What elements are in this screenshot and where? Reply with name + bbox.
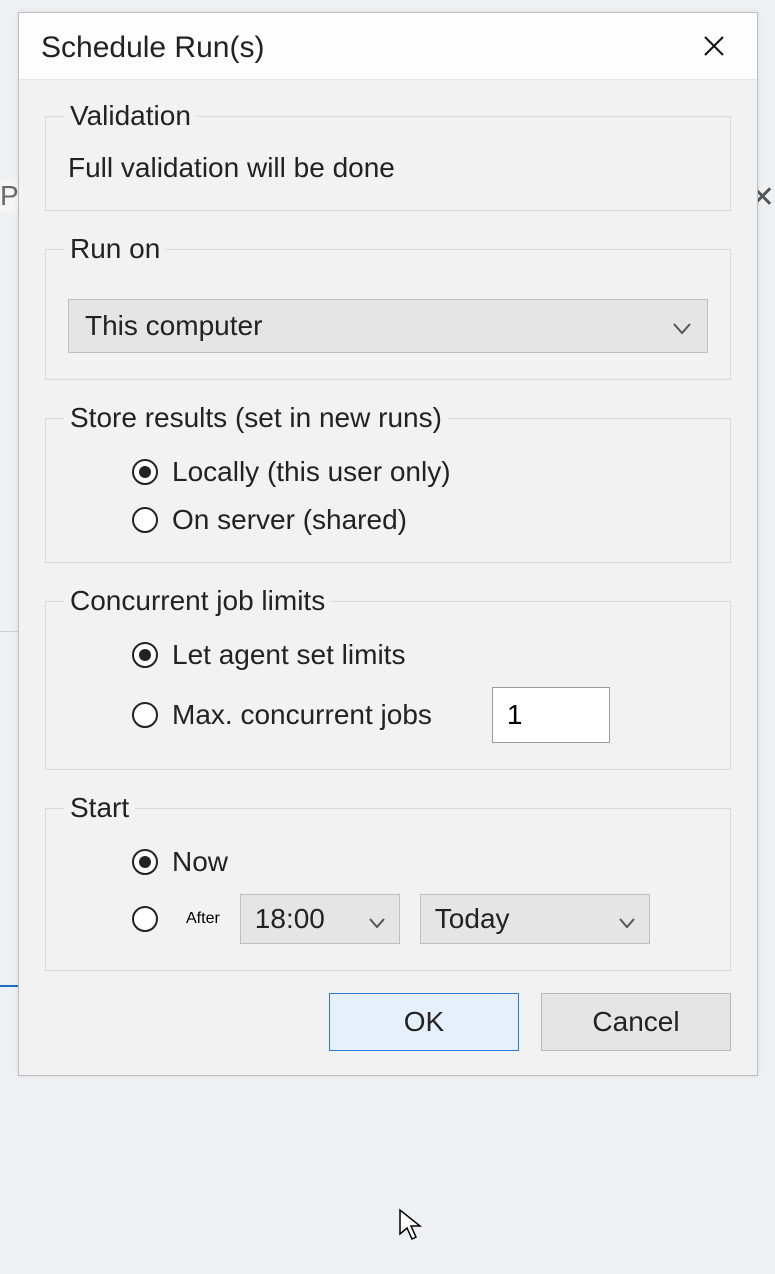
run-on-group: Run on This computer <box>45 233 731 380</box>
radio-icon <box>132 507 158 533</box>
concurrent-max-row[interactable]: Max. concurrent jobs <box>68 687 708 743</box>
store-results-legend: Store results (set in new runs) <box>64 402 448 434</box>
validation-group: Validation Full validation will be done <box>45 100 731 211</box>
concurrent-limits-group: Concurrent job limits Let agent set limi… <box>45 585 731 770</box>
start-time-value: 18:00 <box>255 903 325 935</box>
background-divider <box>0 631 20 632</box>
radio-icon <box>132 702 158 728</box>
start-after-row: After 18:00 Today <box>68 894 708 944</box>
ok-button[interactable]: OK <box>329 993 519 1051</box>
store-results-server-row[interactable]: On server (shared) <box>68 504 708 536</box>
start-day-dropdown[interactable]: Today <box>420 894 650 944</box>
run-on-legend: Run on <box>64 233 166 265</box>
radio-selected-icon <box>132 849 158 875</box>
store-results-group: Store results (set in new runs) Locally … <box>45 402 731 563</box>
radio-selected-icon <box>132 459 158 485</box>
start-now-label: Now <box>172 846 228 878</box>
run-on-dropdown[interactable]: This computer <box>68 299 708 353</box>
run-on-selected: This computer <box>85 310 262 342</box>
chevron-down-icon <box>673 310 691 342</box>
cancel-button[interactable]: Cancel <box>541 993 731 1051</box>
concurrent-max-input[interactable] <box>492 687 610 743</box>
background-active-tab-underline <box>0 985 20 987</box>
validation-text: Full validation will be done <box>68 150 708 184</box>
dialog-content: Validation Full validation will be done … <box>19 80 757 1075</box>
concurrent-max-label: Max. concurrent jobs <box>172 699 432 731</box>
chevron-down-icon <box>369 903 385 935</box>
radio-icon[interactable] <box>132 906 158 932</box>
store-results-server-label: On server (shared) <box>172 504 407 536</box>
start-now-row[interactable]: Now <box>68 846 708 878</box>
dialog-titlebar: Schedule Run(s) <box>19 13 757 80</box>
store-results-local-label: Locally (this user only) <box>172 456 451 488</box>
chevron-down-icon <box>619 903 635 935</box>
start-group: Start Now After 18:00 Today <box>45 792 731 971</box>
start-after-label[interactable]: After <box>186 910 220 928</box>
concurrent-agent-row[interactable]: Let agent set limits <box>68 639 708 671</box>
radio-selected-icon <box>132 642 158 668</box>
store-results-local-row[interactable]: Locally (this user only) <box>68 456 708 488</box>
dialog-title: Schedule Run(s) <box>41 31 264 65</box>
background-tab-fragment: P <box>0 180 19 212</box>
concurrent-limits-legend: Concurrent job limits <box>64 585 331 617</box>
schedule-runs-dialog: Schedule Run(s) Validation Full validati… <box>18 12 758 1076</box>
dialog-button-row: OK Cancel <box>45 993 731 1051</box>
close-icon[interactable] <box>693 31 735 65</box>
start-day-value: Today <box>435 903 510 935</box>
concurrent-agent-label: Let agent set limits <box>172 639 405 671</box>
cursor-icon <box>398 1208 426 1247</box>
start-legend: Start <box>64 792 135 824</box>
start-time-dropdown[interactable]: 18:00 <box>240 894 400 944</box>
validation-legend: Validation <box>64 100 197 132</box>
